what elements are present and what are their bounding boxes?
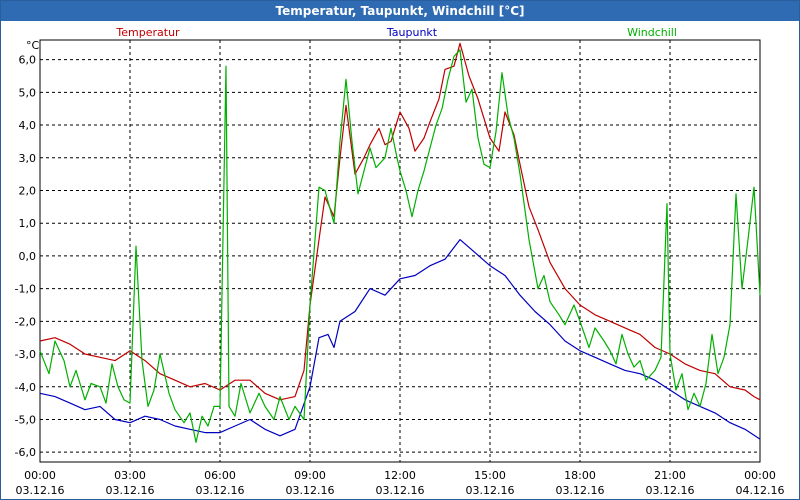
x-tick-time: 00:00 [24,469,56,482]
y-axis-unit: °C [26,39,40,52]
legend-windchill: Windchill [627,26,677,39]
x-tick-date: 03.12.16 [556,484,605,497]
y-tick-label: 3,0 [19,152,37,165]
y-tick-label: 6,0 [19,54,37,67]
x-tick-date: 03.12.16 [106,484,155,497]
x-tick-date: 03.12.16 [376,484,425,497]
y-tick-label: 2,0 [19,184,37,197]
y-tick-label: -3,0 [15,348,36,361]
x-tick-time: 09:00 [294,469,326,482]
y-tick-label: 5,0 [19,86,37,99]
y-tick-label: -6,0 [15,446,36,459]
x-tick-time: 21:00 [654,469,686,482]
x-tick-date: 03.12.16 [16,484,65,497]
x-tick-time: 18:00 [564,469,596,482]
x-tick-time: 15:00 [474,469,506,482]
x-tick-date: 04.12.16 [736,484,785,497]
y-tick-label: 0,0 [19,250,37,263]
x-tick-date: 03.12.16 [286,484,335,497]
x-tick-time: 03:00 [114,469,146,482]
legend-temperatur: Temperatur [115,26,180,39]
y-tick-label: -1,0 [15,283,36,296]
y-tick-label: 4,0 [19,119,37,132]
y-tick-label: -4,0 [15,381,36,394]
legend-taupunkt: Taupunkt [386,26,438,39]
y-tick-label: 1,0 [19,217,37,230]
x-tick-time: 12:00 [384,469,416,482]
x-tick-date: 03.12.16 [196,484,245,497]
line-chart: 6,0 5,0 4,0 3,0 2,0 1,0 0,0 -1,0 -2,0 -3,0 -4,0 -5,… [15,26,785,497]
x-tick-date: 03.12.16 [466,484,515,497]
x-tick-time: 06:00 [204,469,236,482]
y-tick-label: -5,0 [15,413,36,426]
x-tick-date: 03.12.16 [646,484,695,497]
x-tick-time: 00:00 [744,469,776,482]
y-tick-label: -2,0 [15,315,36,328]
